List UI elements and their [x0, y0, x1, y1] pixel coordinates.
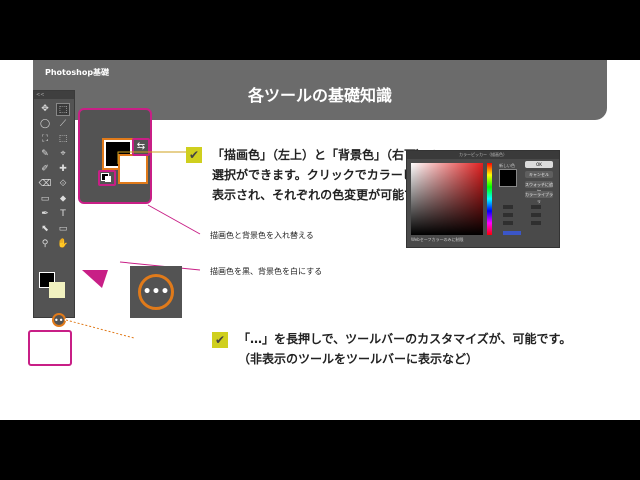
- lab-field[interactable]: [531, 205, 541, 209]
- hsb-field[interactable]: [503, 213, 513, 217]
- color-picker-dialog: カラーピッカー（描画色） 新しい色 OK キャンセル スウォッチに追加 カラーラ…: [406, 150, 560, 248]
- cancel-button[interactable]: キャンセル: [525, 171, 553, 178]
- swap-label: 描画色と背景色を入れ替える: [210, 231, 314, 240]
- color-field[interactable]: [411, 163, 483, 235]
- hue-slider[interactable]: [487, 163, 492, 235]
- color-preview: [499, 169, 517, 187]
- lab-field[interactable]: [531, 213, 541, 217]
- more-tools-zoom-icon[interactable]: •••: [138, 274, 174, 310]
- reset-label: 描画色を黒、背景色を白にする: [210, 267, 323, 276]
- ok-button[interactable]: OK: [525, 161, 553, 168]
- lab-field[interactable]: [531, 221, 541, 225]
- connector-swap: [147, 204, 201, 235]
- check-icon: ✔: [186, 147, 202, 163]
- check-icon: ✔: [212, 332, 228, 348]
- color-libraries-button[interactable]: カラーライブラリ: [525, 191, 553, 204]
- picker-title: カラーピッカー（描画色）: [407, 151, 559, 159]
- web-only-checkbox[interactable]: Webセーフカラーのみに制限: [411, 237, 463, 243]
- hsb-field[interactable]: [503, 205, 513, 209]
- more-description: 「…」を長押しで、ツールバーのカスタマイズが、可能です。 （非表示のツールをツー…: [238, 329, 618, 369]
- para2-line1: 「…」を長押しで、ツールバーのカスタマイズが、可能です。: [238, 332, 572, 346]
- hex-field[interactable]: [503, 231, 521, 235]
- add-swatch-button[interactable]: スウォッチに追加: [525, 181, 553, 194]
- more-tools-zoom: •••: [130, 266, 182, 318]
- connector-more: [65, 319, 135, 339]
- para2-line2: （非表示のツールをツールバーに表示など）: [238, 352, 479, 366]
- hsb-field[interactable]: [503, 221, 513, 225]
- connector-para1: [117, 151, 186, 164]
